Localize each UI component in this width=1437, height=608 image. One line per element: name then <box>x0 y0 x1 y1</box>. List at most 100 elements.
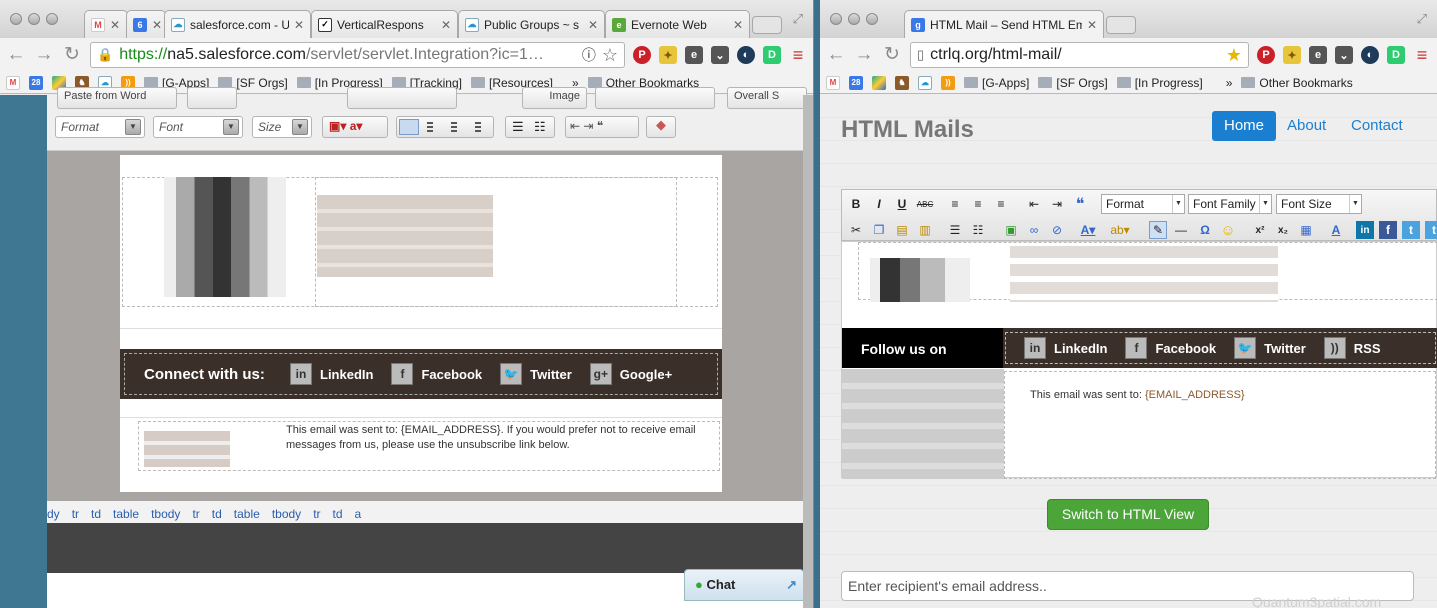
align-center-icon[interactable] <box>423 120 437 134</box>
outdent-icon[interactable]: ⇤ <box>1025 195 1043 213</box>
numbered-list-icon[interactable]: ☷ <box>534 119 546 135</box>
paste-from-word-button[interactable]: Paste from Word <box>57 87 177 109</box>
chat-widget[interactable]: ● Chat ↗ <box>684 569 804 601</box>
tab-calendar[interactable]: 6 ✕ <box>126 10 166 38</box>
menu-icon[interactable]: ≡ <box>1413 45 1431 65</box>
bookmarks-overflow-button[interactable]: » <box>1226 76 1233 90</box>
linkedin-icon[interactable]: in <box>1024 337 1046 359</box>
path-item[interactable]: tr <box>313 507 320 521</box>
path-item[interactable]: tr <box>72 507 79 521</box>
rss-icon[interactable]: )) <box>1323 337 1346 359</box>
scrollbar[interactable] <box>803 95 813 608</box>
twitter-link[interactable]: Twitter <box>530 367 572 382</box>
new-tab-button[interactable] <box>1106 16 1136 34</box>
rss-icon[interactable]: )) <box>941 75 955 90</box>
link-icon[interactable]: ∞ <box>1025 221 1043 239</box>
html-editor-area[interactable]: Follow us on in LinkedIn f Facebook 🐦 Twitt… <box>841 241 1437 479</box>
extension-green-icon[interactable]: D <box>1387 46 1405 64</box>
size-select[interactable]: Size ▼ <box>252 116 312 138</box>
align-center-icon[interactable]: ≡ <box>969 195 987 213</box>
align-right-icon[interactable]: ≡ <box>992 195 1010 213</box>
bullet-list-icon[interactable]: ☰ <box>512 119 524 135</box>
date-icon[interactable]: ▦ <box>1297 221 1315 239</box>
close-tab-icon[interactable]: ✕ <box>152 18 162 32</box>
smiley-icon[interactable]: ☺ <box>1219 221 1237 239</box>
unlink-icon[interactable]: ⊘ <box>1048 221 1066 239</box>
align-left-icon[interactable] <box>399 119 419 135</box>
paste-text-icon[interactable]: ▥ <box>916 221 934 239</box>
indent-buttons[interactable]: ⇤ ⇥ ❝ <box>565 116 639 138</box>
extension-yellow-icon[interactable]: ✦ <box>659 46 677 64</box>
bookmark-folder-sf-orgs[interactable]: [SF Orgs] <box>1038 76 1108 90</box>
underline-icon[interactable]: U <box>893 195 911 213</box>
menu-icon[interactable]: ≡ <box>789 45 807 65</box>
close-tab-icon[interactable]: ✕ <box>1087 18 1097 32</box>
facebook-icon[interactable]: f <box>391 363 414 385</box>
gmail-icon[interactable]: M <box>6 75 20 90</box>
twitter-link[interactable]: Twitter <box>1264 341 1306 356</box>
tab-evernote[interactable]: e Evernote Web ✕ <box>605 10 750 38</box>
image-icon[interactable]: ▣ <box>1002 221 1020 239</box>
linkedin-link[interactable]: LinkedIn <box>320 367 373 382</box>
zoom-window-button[interactable] <box>866 13 878 25</box>
close-tab-icon[interactable]: ✕ <box>588 18 598 32</box>
subscript-icon[interactable]: x₂ <box>1274 221 1292 239</box>
pinterest-icon[interactable]: P <box>633 46 651 64</box>
bookmark-star-icon[interactable]: ★ <box>1226 45 1242 66</box>
address-bar[interactable]: 🔒 https://na5.salesforce.com/servlet/ser… <box>90 42 625 68</box>
gmail-icon[interactable]: M <box>826 75 840 90</box>
extension-circle-icon[interactable]: ◐ <box>737 46 755 64</box>
superscript-icon[interactable]: x² <box>1251 221 1269 239</box>
align-buttons[interactable] <box>396 116 494 138</box>
switch-to-html-view-button[interactable]: Switch to HTML View <box>1047 499 1209 530</box>
close-window-button[interactable] <box>10 13 22 25</box>
font-family-select[interactable]: Font Family ▼ <box>1188 194 1272 214</box>
path-item[interactable]: table <box>113 507 139 521</box>
copy-icon[interactable]: ❐ <box>870 221 888 239</box>
close-tab-icon[interactable]: ✕ <box>733 18 743 32</box>
path-item[interactable]: td <box>91 507 101 521</box>
font-size-select[interactable]: Font Size ▼ <box>1276 194 1362 214</box>
align-left-icon[interactable]: ≡ <box>946 195 964 213</box>
highlight-color-icon[interactable]: ab▾ <box>1110 221 1129 239</box>
address-bar[interactable]: ▯ ctrlq.org/html-mail/ ★ <box>910 42 1249 68</box>
image-button[interactable]: Image <box>522 87 587 109</box>
twitter-icon[interactable]: 🐦 <box>500 363 523 385</box>
twitter-icon[interactable]: t <box>1402 221 1420 239</box>
tab-html-mail[interactable]: g HTML Mail – Send HTML Em ✕ <box>904 10 1104 38</box>
format-select[interactable]: Format ▼ <box>1101 194 1185 214</box>
special-char-icon[interactable]: Ω <box>1196 221 1214 239</box>
share-icon[interactable]: t <box>1425 221 1437 239</box>
facebook-link[interactable]: Facebook <box>1155 341 1216 356</box>
back-arrow-icon[interactable]: ← <box>6 45 26 65</box>
toolbar-button[interactable] <box>347 87 457 109</box>
path-item[interactable]: a <box>355 507 362 521</box>
google-plus-icon[interactable]: g+ <box>589 363 612 385</box>
facebook-icon[interactable]: f <box>1125 337 1148 359</box>
google-plus-link[interactable]: Google+ <box>620 367 672 382</box>
fullscreen-icon[interactable]: ⤢ <box>1417 11 1427 27</box>
salesforce-icon[interactable]: ☁ <box>918 75 932 90</box>
tab-verticalresponse[interactable]: ✓ VerticalRespons ✕ <box>311 10 458 38</box>
facebook-icon[interactable]: f <box>1379 221 1397 239</box>
justify-icon[interactable] <box>471 120 485 134</box>
rss-link[interactable]: RSS <box>1354 341 1381 356</box>
zoom-window-button[interactable] <box>46 13 58 25</box>
extension-green-icon[interactable]: D <box>763 46 781 64</box>
reload-icon[interactable]: ↻ <box>882 45 902 65</box>
paste-icon[interactable]: ▤ <box>893 221 911 239</box>
extension-yellow-icon[interactable]: ✦ <box>1283 46 1301 64</box>
format-select[interactable]: Format ▼ <box>55 116 145 138</box>
cut-icon[interactable]: ✂ <box>847 221 865 239</box>
evernote-clipper-icon[interactable]: e <box>685 46 703 64</box>
drive-icon[interactable] <box>872 75 886 90</box>
blockquote-icon[interactable]: ❝ <box>1071 195 1089 213</box>
expand-icon[interactable]: ↗ <box>786 577 797 593</box>
text-color-icon[interactable]: A▾ <box>1079 221 1097 239</box>
close-window-button[interactable] <box>830 13 842 25</box>
path-item[interactable]: dy <box>47 507 60 521</box>
path-item[interactable]: tbody <box>272 507 301 521</box>
forward-arrow-icon[interactable]: → <box>34 45 54 65</box>
fullscreen-icon[interactable]: ⤢ <box>793 11 803 27</box>
nav-about[interactable]: About <box>1287 117 1326 134</box>
